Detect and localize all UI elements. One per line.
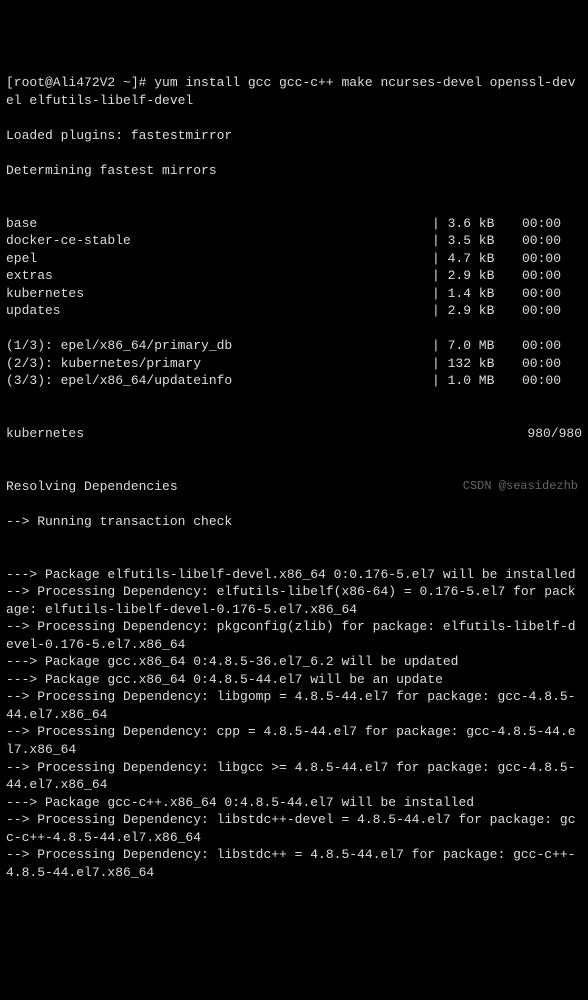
- repo-row-size: | 2.9 kB: [432, 302, 522, 320]
- repo-row-name: docker-ce-stable: [6, 232, 432, 250]
- repo-row-time: 00:00: [522, 267, 582, 285]
- repo-row: epel| 4.7 kB00:00: [6, 250, 582, 268]
- repo-row: kubernetes| 1.4 kB00:00: [6, 285, 582, 303]
- repo-row: extras| 2.9 kB00:00: [6, 267, 582, 285]
- download-row-time: 00:00: [522, 355, 582, 373]
- dependency-line: --> Processing Dependency: cpp = 4.8.5-4…: [6, 723, 582, 758]
- dependency-line: --> Processing Dependency: libgcc >= 4.8…: [6, 759, 582, 794]
- dependency-line: --> Processing Dependency: libgomp = 4.8…: [6, 688, 582, 723]
- download-row: (3/3): epel/x86_64/updateinfo| 1.0 MB00:…: [6, 372, 582, 390]
- kubernetes-count-row: kubernetes 980/980: [6, 425, 582, 443]
- repo-row-time: 00:00: [522, 302, 582, 320]
- download-row-time: 00:00: [522, 372, 582, 390]
- repo-row-size: | 2.9 kB: [432, 267, 522, 285]
- repo-row: base| 3.6 kB00:00: [6, 215, 582, 233]
- loaded-plugins-line: Loaded plugins: fastestmirror: [6, 127, 582, 145]
- dependency-line: ---> Package gcc.x86_64 0:4.8.5-36.el7_6…: [6, 653, 582, 671]
- repo-row-name: updates: [6, 302, 432, 320]
- dependency-line: ---> Package elfutils-libelf-devel.x86_6…: [6, 566, 582, 584]
- repo-row-size: | 3.5 kB: [432, 232, 522, 250]
- download-row-time: 00:00: [522, 337, 582, 355]
- download-row-name: (3/3): epel/x86_64/updateinfo: [6, 372, 432, 390]
- repo-row-size: | 4.7 kB: [432, 250, 522, 268]
- download-row-name: (1/3): epel/x86_64/primary_db: [6, 337, 432, 355]
- resolving-deps-line: Resolving Dependencies: [6, 478, 582, 496]
- repo-row-time: 00:00: [522, 285, 582, 303]
- repo-row: updates| 2.9 kB00:00: [6, 302, 582, 320]
- kubernetes-count-value: 980/980: [492, 425, 582, 443]
- repo-row-time: 00:00: [522, 250, 582, 268]
- dependency-line: --> Processing Dependency: elfutils-libe…: [6, 583, 582, 618]
- dependency-line: --> Processing Dependency: libstdc++ = 4…: [6, 846, 582, 881]
- download-row-size: | 7.0 MB: [432, 337, 522, 355]
- repo-row-size: | 1.4 kB: [432, 285, 522, 303]
- transaction-check-line: --> Running transaction check: [6, 513, 582, 531]
- repo-row-name: kubernetes: [6, 285, 432, 303]
- download-row-size: | 132 kB: [432, 355, 522, 373]
- repo-row-name: base: [6, 215, 432, 233]
- shell-prompt-line: [root@Ali472V2 ~]# yum install gcc gcc-c…: [6, 74, 582, 109]
- dependency-line: ---> Package gcc.x86_64 0:4.8.5-44.el7 w…: [6, 671, 582, 689]
- download-row-size: | 1.0 MB: [432, 372, 522, 390]
- repo-row-time: 00:00: [522, 232, 582, 250]
- dependency-line: ---> Package gcc-c++.x86_64 0:4.8.5-44.e…: [6, 794, 582, 812]
- dependency-line: --> Processing Dependency: pkgconfig(zli…: [6, 618, 582, 653]
- download-row-name: (2/3): kubernetes/primary: [6, 355, 432, 373]
- repo-row-name: extras: [6, 267, 432, 285]
- repo-row-name: epel: [6, 250, 432, 268]
- determining-mirrors-line: Determining fastest mirrors: [6, 162, 582, 180]
- repo-row-size: | 3.6 kB: [432, 215, 522, 233]
- repo-row-time: 00:00: [522, 215, 582, 233]
- download-row: (1/3): epel/x86_64/primary_db| 7.0 MB00:…: [6, 337, 582, 355]
- dependency-line: --> Processing Dependency: libstdc++-dev…: [6, 811, 582, 846]
- repo-row: docker-ce-stable| 3.5 kB00:00: [6, 232, 582, 250]
- download-row: (2/3): kubernetes/primary| 132 kB00:00: [6, 355, 582, 373]
- kubernetes-count-name: kubernetes: [6, 425, 492, 443]
